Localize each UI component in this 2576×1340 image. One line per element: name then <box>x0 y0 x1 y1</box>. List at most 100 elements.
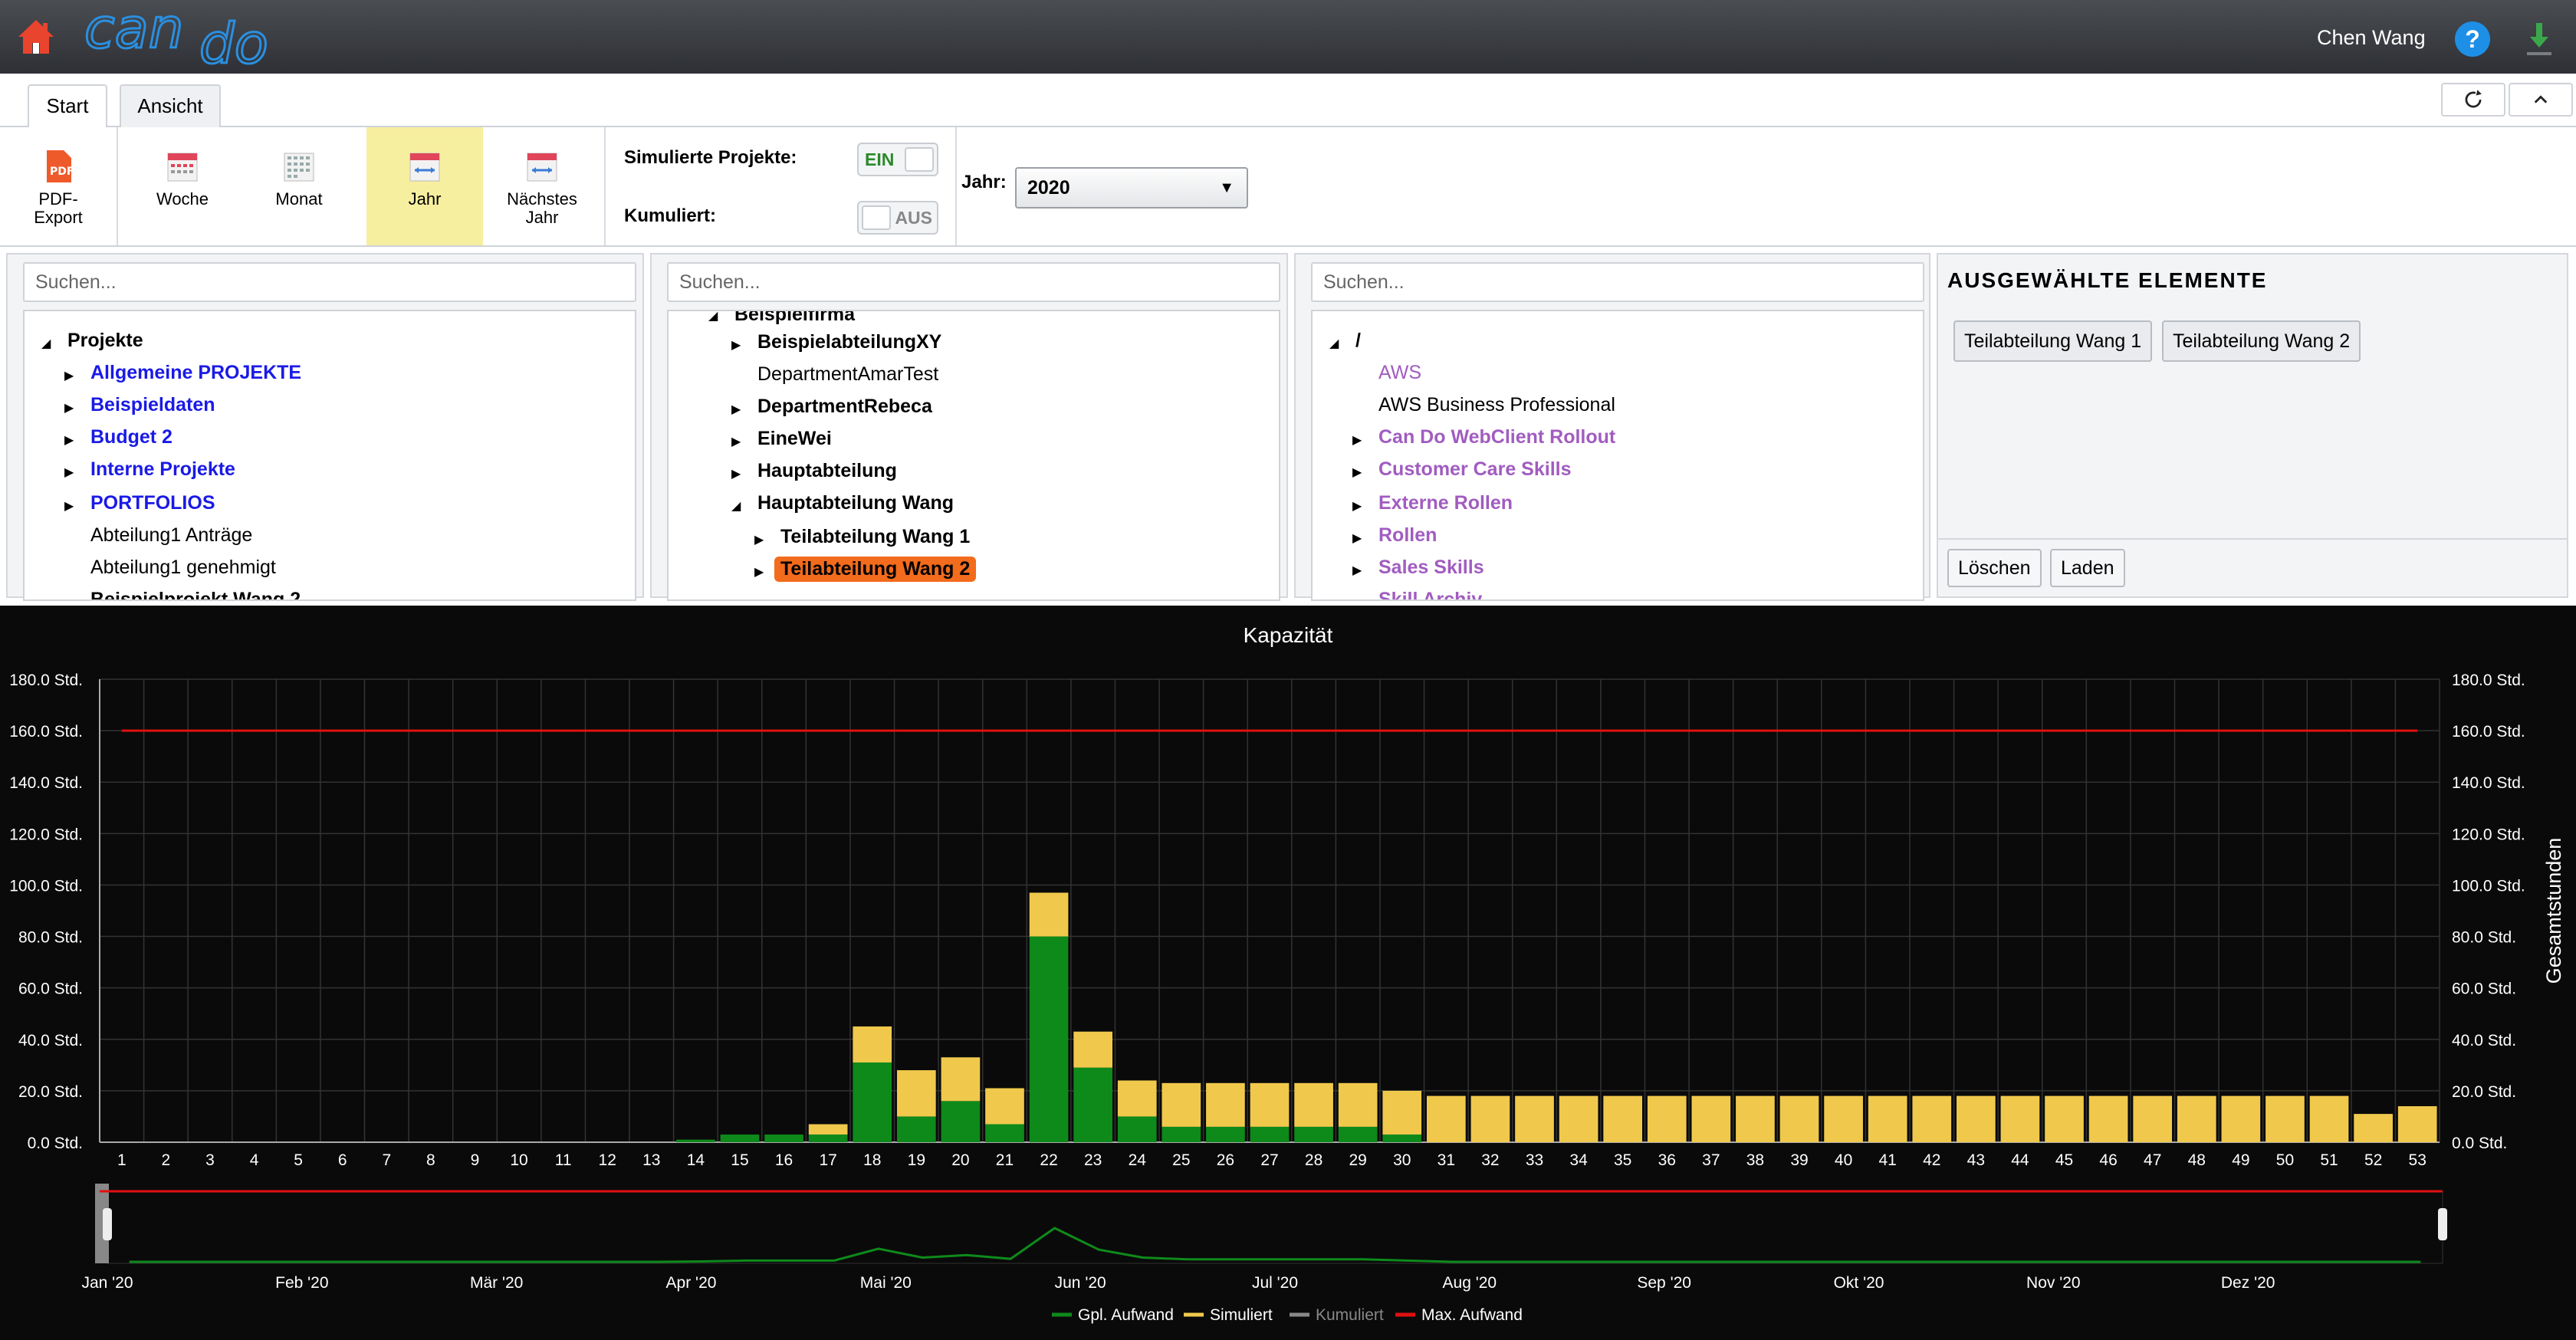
x-tick-label: 37 <box>1702 1151 1720 1169</box>
tree-node[interactable]: Interne Projekte <box>90 458 235 481</box>
bar-simulated <box>2045 1095 2084 1142</box>
collapsed-arrow-icon[interactable]: ▶ <box>1352 432 1362 448</box>
expanded-arrow-icon[interactable]: ◢ <box>731 498 741 514</box>
tab-start[interactable]: Start <box>28 84 107 129</box>
tree-node[interactable]: Teilabteilung Wang 1 <box>780 526 970 548</box>
month-view-button[interactable]: Monat <box>251 127 347 245</box>
tree-node[interactable]: Customer Care Skills <box>1378 458 1572 481</box>
tree-node[interactable]: Abteilung1 genehmigt <box>90 557 276 579</box>
help-icon[interactable]: ? <box>2455 21 2490 57</box>
projects-search-input[interactable]: Suchen... <box>23 262 636 302</box>
x-tick-label: 9 <box>471 1151 480 1169</box>
collapsed-arrow-icon[interactable]: ▶ <box>754 564 764 580</box>
download-icon[interactable] <box>2524 20 2555 60</box>
expanded-arrow-icon[interactable]: ◢ <box>1329 336 1339 351</box>
selected-chip[interactable]: Teilabteilung Wang 1 <box>1953 320 2153 362</box>
tree-node[interactable]: DepartmentAmarTest <box>757 363 938 386</box>
home-icon[interactable] <box>17 18 55 55</box>
y-tick-label-right: 180.0 Std. <box>2452 672 2525 689</box>
x-tick-label: 39 <box>1790 1151 1808 1169</box>
simulated-projects-label: Simulierte Projekte: <box>624 147 797 168</box>
tree-node[interactable]: EineWei <box>757 428 832 450</box>
user-name[interactable]: Chen Wang <box>2317 26 2426 50</box>
bar-simulated <box>1206 1082 1245 1127</box>
bar-simulated <box>1691 1095 1731 1142</box>
bar-planned <box>1206 1126 1245 1142</box>
tree-node[interactable]: Skill Archiv <box>1378 589 1482 599</box>
collapsed-arrow-icon[interactable]: ▶ <box>64 432 74 448</box>
collapsed-arrow-icon[interactable]: ▶ <box>1352 465 1362 480</box>
collapsed-arrow-icon[interactable]: ▶ <box>731 337 741 353</box>
tree-node[interactable]: Abteilung1 Anträge <box>90 524 252 547</box>
pdf-export-button[interactable]: PDF PDF- Export <box>23 127 94 245</box>
simulated-projects-toggle[interactable]: EIN <box>857 143 938 176</box>
year-view-button[interactable]: Jahr <box>366 127 483 245</box>
y-tick-label-left: 40.0 Std. <box>18 1032 83 1049</box>
tree-node-projekte[interactable]: Projekte <box>67 330 143 352</box>
collapsed-arrow-icon[interactable]: ▶ <box>64 465 74 480</box>
bar-simulated <box>2088 1095 2128 1142</box>
year-select[interactable]: 2020 ▼ <box>1015 167 1248 209</box>
expanded-arrow-icon[interactable]: ◢ <box>41 336 51 351</box>
x-tick-label: 16 <box>775 1151 793 1169</box>
collapsed-arrow-icon[interactable]: ▶ <box>731 434 741 449</box>
x-tick-label: 12 <box>599 1151 616 1169</box>
tree-node[interactable]: Beispielfirma <box>734 311 855 326</box>
collapsed-arrow-icon[interactable]: ▶ <box>731 402 741 417</box>
collapsed-arrow-icon[interactable]: ▶ <box>64 368 74 383</box>
organization-search-input[interactable]: Suchen... <box>667 262 1280 302</box>
bar-planned <box>1338 1126 1378 1142</box>
roles-search-input[interactable]: Suchen... <box>1311 262 1924 302</box>
cumulative-toggle[interactable]: AUS <box>857 201 938 235</box>
legend-item: Gpl. Aufwand <box>1078 1306 1174 1324</box>
tree-node[interactable]: DepartmentRebeca <box>757 396 932 418</box>
collapsed-arrow-icon[interactable]: ▶ <box>1352 563 1362 578</box>
chevron-up-icon <box>2534 95 2548 103</box>
tree-node[interactable]: Allgemeine PROJEKTE <box>90 362 301 384</box>
collapse-ribbon-button[interactable] <box>2509 83 2573 117</box>
x-tick-label: 51 <box>2320 1151 2338 1169</box>
navigator-month-label: Apr '20 <box>666 1274 717 1292</box>
collapsed-arrow-icon[interactable]: ▶ <box>731 466 741 481</box>
ribbon: PDF PDF- Export Woche Monat Jahr Nächste… <box>0 127 2576 247</box>
selected-elements-panel: AUSGEWÄHLTE ELEMENTE Teilabteilung Wang … <box>1937 253 2568 598</box>
tree-node-selected[interactable]: Teilabteilung Wang 2 <box>774 557 977 582</box>
tab-ansicht[interactable]: Ansicht <box>120 84 221 127</box>
bar-simulated <box>2221 1095 2261 1142</box>
next-year-button[interactable]: Nächstes Jahr <box>498 127 586 245</box>
collapsed-arrow-icon[interactable]: ▶ <box>1352 498 1362 514</box>
tree-node[interactable]: Rollen <box>1378 524 1437 547</box>
collapsed-arrow-icon[interactable]: ▶ <box>64 498 74 514</box>
calendar-year-icon <box>409 153 440 182</box>
tree-node[interactable]: BeispielabteilungXY <box>757 331 941 353</box>
refresh-button[interactable] <box>2441 83 2505 117</box>
delete-button[interactable]: Löschen <box>1947 549 2042 587</box>
week-view-button[interactable]: Woche <box>135 127 230 245</box>
collapsed-arrow-icon[interactable]: ▶ <box>1352 530 1362 546</box>
bar-planned <box>985 1124 1024 1142</box>
tree-node[interactable]: PORTFOLIOS <box>90 492 215 514</box>
navigator-month-label: Sep '20 <box>1637 1274 1691 1292</box>
load-button[interactable]: Laden <box>2050 549 2125 587</box>
tree-node[interactable]: Hauptabteilung <box>757 460 897 482</box>
legend-item: Max. Aufwand <box>1421 1306 1523 1324</box>
tree-node[interactable]: / <box>1355 330 1361 352</box>
expanded-arrow-icon[interactable]: ◢ <box>708 311 718 324</box>
bar-simulated <box>1957 1095 1996 1142</box>
x-tick-label: 3 <box>205 1151 215 1169</box>
tree-node[interactable]: Beispieldaten <box>90 394 215 416</box>
tree-node[interactable]: Beispielprojekt Wang 2 <box>90 589 301 599</box>
tree-node[interactable]: AWS Business Professional <box>1378 394 1615 416</box>
collapsed-arrow-icon[interactable]: ▶ <box>64 400 74 415</box>
tree-node[interactable]: Budget 2 <box>90 426 172 448</box>
tree-node[interactable]: Sales Skills <box>1378 557 1484 579</box>
tree-node[interactable]: AWS <box>1378 362 1421 384</box>
tree-node[interactable]: Externe Rollen <box>1378 492 1513 514</box>
x-tick-label: 22 <box>1040 1151 1057 1169</box>
bar-planned <box>1250 1126 1290 1142</box>
selected-chip[interactable]: Teilabteilung Wang 2 <box>2162 320 2361 362</box>
tree-node[interactable]: Hauptabteilung Wang <box>757 492 954 514</box>
tree-node[interactable]: Can Do WebClient Rollout <box>1378 426 1615 448</box>
collapsed-arrow-icon[interactable]: ▶ <box>754 532 764 547</box>
x-tick-label: 25 <box>1172 1151 1190 1169</box>
